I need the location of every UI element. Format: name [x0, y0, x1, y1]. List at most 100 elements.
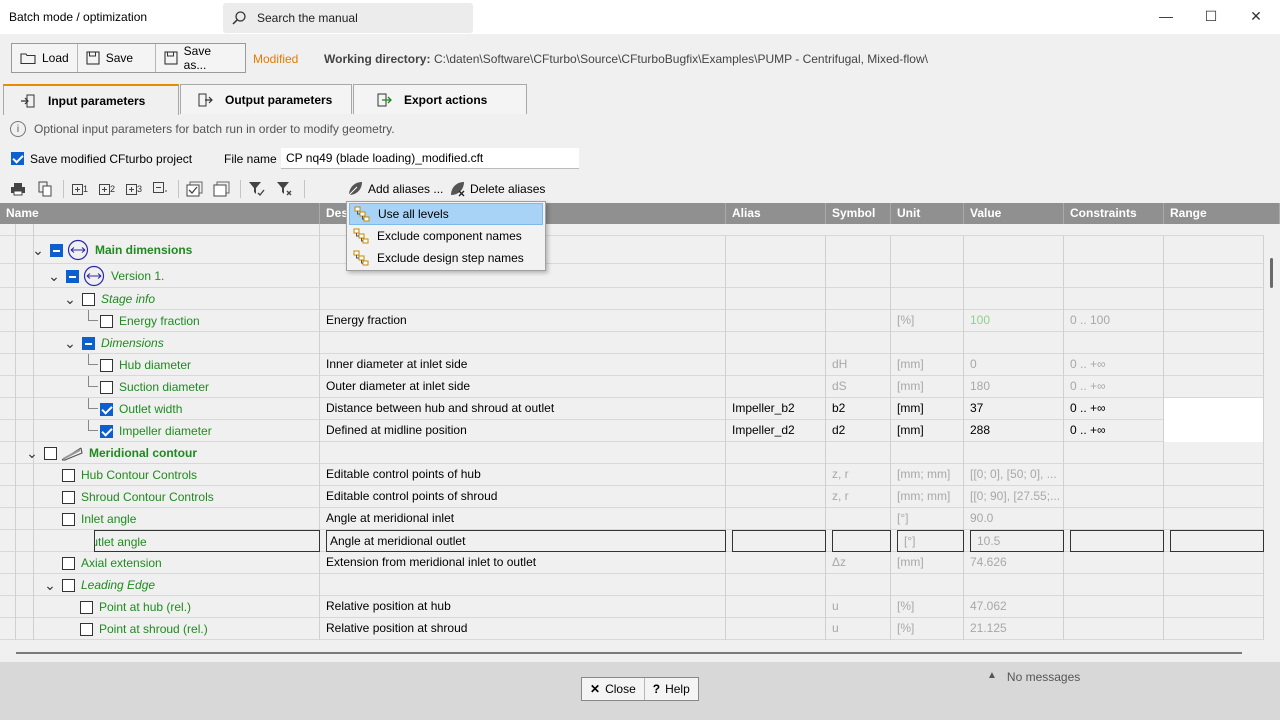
constraints-cell[interactable] — [1064, 596, 1164, 618]
check-all-button[interactable] — [186, 180, 204, 198]
value-cell[interactable]: 288 — [964, 420, 1064, 442]
value-cell[interactable]: [[0; 90], [27.55;... — [964, 486, 1064, 508]
row-checkbox[interactable] — [100, 358, 113, 372]
column-name[interactable]: Name — [0, 203, 320, 224]
constraints-cell[interactable] — [1064, 574, 1164, 596]
chevron-down-icon[interactable]: ⌄ — [44, 578, 56, 592]
alias-cell[interactable] — [726, 508, 826, 530]
table-row[interactable]: Outlet width Distance between hub and shr… — [0, 398, 1264, 420]
add-aliases-button[interactable]: Add aliases ... — [347, 180, 443, 197]
constraints-cell[interactable] — [1064, 236, 1164, 264]
row-checkbox[interactable] — [62, 490, 75, 504]
value-cell[interactable] — [964, 574, 1064, 596]
save-project-checkbox[interactable] — [11, 152, 24, 165]
value-cell[interactable]: 100 — [964, 310, 1064, 332]
alias-cell[interactable] — [726, 596, 826, 618]
constraints-cell[interactable] — [1070, 530, 1164, 552]
range-cell[interactable] — [1164, 574, 1264, 596]
table-row[interactable]: ⌄ Leading Edge — [0, 574, 1264, 596]
table-row[interactable]: Point at hub (rel.) Relative position at … — [0, 596, 1264, 618]
range-cell[interactable] — [1164, 596, 1264, 618]
chevron-down-icon[interactable]: ⌄ — [32, 243, 44, 257]
range-cell[interactable] — [1164, 552, 1264, 574]
row-checkbox[interactable] — [66, 269, 79, 283]
print-button[interactable] — [9, 180, 27, 198]
table-row[interactable]: Hub Contour Controls Editable control poi… — [0, 464, 1264, 486]
value-cell[interactable]: 180 — [964, 376, 1064, 398]
alias-cell[interactable] — [726, 618, 826, 640]
constraints-cell[interactable] — [1064, 618, 1164, 640]
table-row[interactable]: Suction diameter Outer diameter at inlet … — [0, 376, 1264, 398]
row-checkbox[interactable] — [100, 424, 113, 438]
constraints-cell[interactable]: 0 .. +∞ — [1064, 376, 1164, 398]
row-checkbox[interactable] — [62, 578, 75, 592]
table-row[interactable]: ⌄ Main dimensions — [0, 236, 1264, 264]
range-cell[interactable] — [1164, 354, 1264, 376]
expand-level-1-button[interactable]: 1 — [70, 180, 90, 198]
row-checkbox[interactable] — [80, 600, 93, 614]
chevron-down-icon[interactable]: ⌄ — [48, 269, 60, 283]
alias-cell[interactable] — [726, 486, 826, 508]
column-unit[interactable]: Unit — [891, 203, 964, 224]
column-alias[interactable]: Alias — [726, 203, 826, 224]
chevron-down-icon[interactable]: ⌄ — [26, 446, 38, 460]
range-cell[interactable] — [1164, 332, 1264, 354]
tab-output-parameters[interactable]: Output parameters — [180, 84, 352, 114]
value-cell[interactable]: 37 — [964, 398, 1064, 420]
alias-cell[interactable] — [726, 574, 826, 596]
constraints-cell[interactable] — [1064, 464, 1164, 486]
column-symbol[interactable]: Symbol — [826, 203, 891, 224]
value-cell[interactable]: 90.0 — [964, 508, 1064, 530]
tab-input-parameters[interactable]: Input parameters — [3, 84, 179, 115]
delete-aliases-button[interactable]: Delete aliases — [449, 180, 545, 197]
alias-cell[interactable] — [732, 530, 826, 552]
row-checkbox[interactable] — [82, 336, 95, 350]
chevron-down-icon[interactable]: ⌄ — [64, 336, 76, 350]
expand-level-3-button[interactable]: 3 — [124, 180, 144, 198]
filter-clear-button[interactable] — [276, 180, 294, 198]
constraints-cell[interactable] — [1064, 486, 1164, 508]
range-cell[interactable] — [1164, 310, 1264, 332]
menu-item-exclude-component-names[interactable]: Exclude component names — [349, 225, 543, 247]
row-checkbox[interactable] — [100, 402, 113, 416]
expand-level-2-button[interactable]: 2 — [97, 180, 117, 198]
constraints-cell[interactable]: 0 .. +∞ — [1064, 354, 1164, 376]
constraints-cell[interactable] — [1064, 442, 1164, 464]
constraints-cell[interactable] — [1064, 508, 1164, 530]
chevron-down-icon[interactable]: ⌄ — [64, 292, 76, 306]
constraints-cell[interactable]: 0 .. +∞ — [1064, 398, 1164, 420]
column-value[interactable]: Value — [964, 203, 1064, 224]
alias-cell[interactable] — [726, 236, 826, 264]
table-row[interactable]: ⌄ Version 1. — [0, 264, 1264, 288]
value-cell[interactable]: 47.062 — [964, 596, 1064, 618]
uncheck-all-button[interactable] — [213, 180, 231, 198]
constraints-cell[interactable] — [1064, 552, 1164, 574]
range-cell[interactable] — [1164, 508, 1264, 530]
range-cell[interactable] — [1164, 486, 1264, 508]
constraints-cell[interactable]: 0 .. 100 — [1064, 310, 1164, 332]
close-window-button[interactable]: ✕ — [1233, 0, 1279, 32]
scrollbar-thumb[interactable] — [1270, 258, 1273, 288]
table-row[interactable]: Outlet angle Angle at meridional outlet [°… — [0, 530, 1264, 552]
help-button[interactable]: ? Help — [645, 678, 698, 700]
row-checkbox[interactable] — [50, 243, 63, 257]
manual-search[interactable]: Search the manual — [223, 3, 473, 33]
tab-export-actions[interactable]: Export actions — [353, 84, 527, 114]
constraints-cell[interactable]: 0 .. +∞ — [1064, 420, 1164, 442]
row-checkbox[interactable] — [62, 468, 75, 482]
menu-item-use-all-levels[interactable]: Use all levels — [349, 203, 543, 225]
table-row[interactable]: Point at shroud (rel.) Relative position … — [0, 618, 1264, 640]
value-cell[interactable]: 21.125 — [964, 618, 1064, 640]
copy-button[interactable] — [36, 180, 54, 198]
file-name-input[interactable] — [281, 148, 579, 169]
alias-cell[interactable] — [726, 442, 826, 464]
row-checkbox[interactable] — [100, 314, 113, 328]
table-row[interactable]: Energy fraction Energy fraction [%] 100 0 ..… — [0, 310, 1264, 332]
range-cell[interactable] — [1164, 376, 1264, 398]
horizontal-scrollbar[interactable] — [16, 652, 1242, 654]
alias-cell[interactable] — [726, 354, 826, 376]
range-cell[interactable] — [1164, 288, 1264, 310]
table-row[interactable]: Shroud Contour Controls Editable control … — [0, 486, 1264, 508]
range-cell[interactable] — [1164, 464, 1264, 486]
row-checkbox[interactable] — [82, 292, 95, 306]
